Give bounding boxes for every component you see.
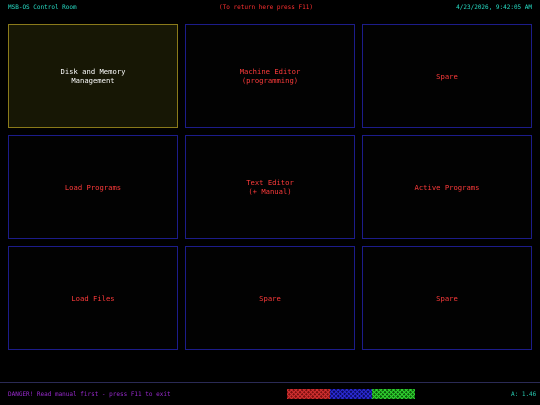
tile-label: Load Files [71, 293, 115, 303]
tile-label: Load Programs [64, 182, 122, 192]
status-segment-red [287, 389, 330, 399]
tile-label: Spare [436, 293, 458, 303]
tile-label: Disk and Memory Management [60, 67, 126, 85]
tile-disk-memory-management[interactable]: Disk and Memory Management [8, 24, 178, 128]
menu-grid: Disk and Memory Management Machine Edito… [8, 24, 532, 351]
status-bar [287, 389, 415, 399]
tile-label: Machine Editor (programming) [239, 67, 301, 85]
tile-text-editor[interactable]: Text Editor (+ Manual) [185, 135, 355, 239]
return-hint: (To return here press F11) [219, 4, 313, 11]
tile-active-programs[interactable]: Active Programs [362, 135, 532, 239]
tile-label: Spare [259, 293, 281, 303]
status-segment-blue [330, 389, 372, 399]
tile-spare-1[interactable]: Spare [362, 24, 532, 128]
tile-label: Spare [436, 71, 458, 81]
tile-machine-editor[interactable]: Machine Editor (programming) [185, 24, 355, 128]
tile-spare-3[interactable]: Spare [362, 246, 532, 350]
datetime-display: 4/23/2026, 9:42:05 AM [456, 4, 532, 11]
tile-load-programs[interactable]: Load Programs [8, 135, 178, 239]
header-bar: MSB-OS Control Room (To return here pres… [0, 0, 540, 16]
tile-load-files[interactable]: Load Files [8, 246, 178, 350]
tile-spare-2[interactable]: Spare [185, 246, 355, 350]
danger-warning: DANGER! Read manual first - press F11 to… [8, 391, 171, 398]
tile-label: Active Programs [414, 182, 480, 192]
tile-label: Text Editor (+ Manual) [246, 178, 294, 196]
footer-divider [0, 382, 540, 383]
status-readout: A: 1.46 [511, 391, 537, 398]
status-segment-green [372, 389, 415, 399]
